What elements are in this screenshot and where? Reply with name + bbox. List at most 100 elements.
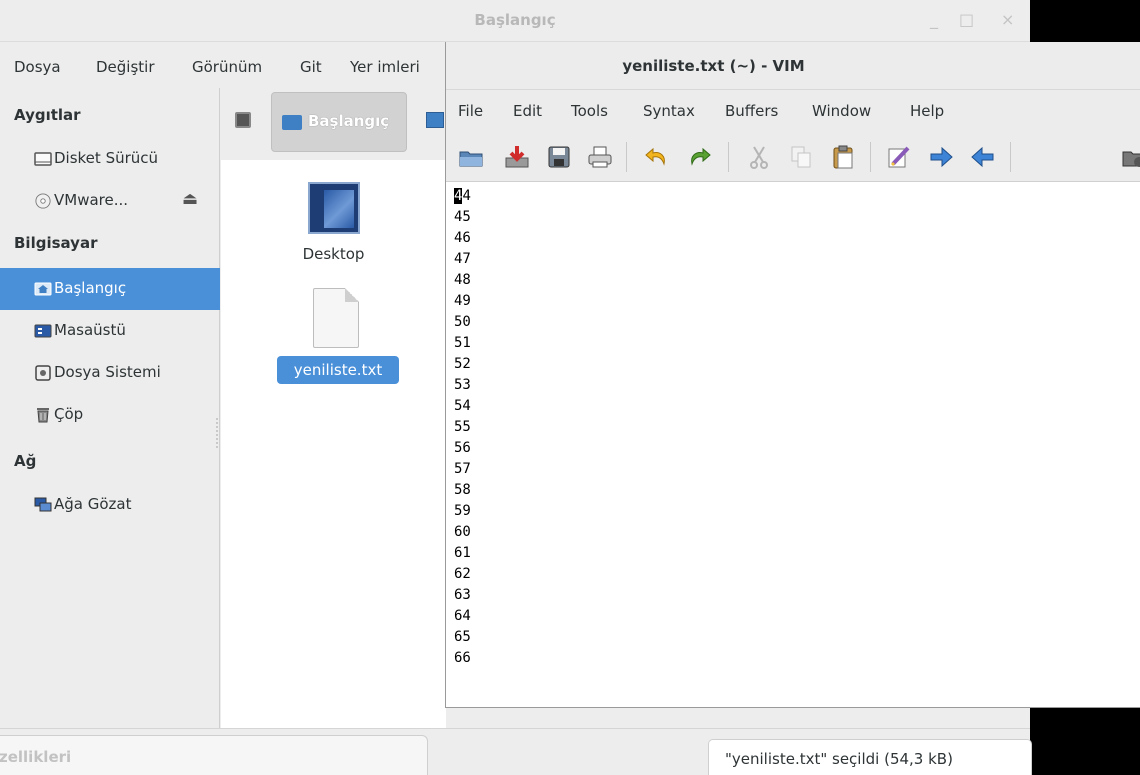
sidebar-item-vmware[interactable]: VMware... ⏏ bbox=[0, 180, 220, 222]
menu-git[interactable]: Git bbox=[300, 58, 322, 76]
desktop-screen: Başlangıç _ □ × Dosya Değiştir Görünüm G… bbox=[0, 0, 1140, 775]
vim-menu-file[interactable]: File bbox=[458, 102, 483, 120]
text-line: 65 bbox=[454, 629, 471, 645]
text-line: 56 bbox=[454, 440, 471, 456]
sidebar-item-label: Başlangıç bbox=[54, 279, 127, 297]
sidebar-resize-handle[interactable] bbox=[216, 418, 218, 448]
sidebar-item-label: Ağa Gözat bbox=[54, 495, 132, 513]
sidebar-item-label: VMware... bbox=[54, 191, 129, 209]
sidebar-heading-computer: Bilgisayar bbox=[14, 234, 98, 252]
status-text: "yeniliste.txt" seçildi (54,3 kB) bbox=[725, 750, 953, 768]
menu-gorunum[interactable]: Görünüm bbox=[192, 58, 262, 76]
save-icon[interactable] bbox=[546, 144, 572, 170]
text-line: 45 bbox=[454, 209, 471, 225]
vim-titlebar[interactable]: yeniliste.txt (~) - VIM bbox=[446, 42, 1140, 90]
find-next-icon[interactable] bbox=[928, 144, 954, 170]
toolbar-separator bbox=[626, 142, 627, 172]
properties-tab-label: zellikleri bbox=[0, 748, 72, 766]
text-line: 66 bbox=[454, 650, 471, 666]
text-line: 55 bbox=[454, 419, 471, 435]
text-line: 52 bbox=[454, 356, 471, 372]
vim-text-area[interactable]: 44 45 46 47 48 49 50 51 52 53 54 55 56 5… bbox=[446, 182, 1140, 707]
menu-yer-imleri[interactable]: Yer imleri bbox=[350, 58, 420, 76]
text-line: 48 bbox=[454, 272, 471, 288]
text-line: 46 bbox=[454, 230, 471, 246]
sidebar-item-label: Dosya Sistemi bbox=[54, 363, 161, 381]
maximize-button[interactable]: □ bbox=[959, 10, 974, 29]
file-manager-bottom-bar: zellikleri "yeniliste.txt" seçildi (54,3… bbox=[0, 728, 1032, 775]
filesystem-root-button[interactable] bbox=[235, 112, 251, 128]
text-line: 64 bbox=[454, 608, 471, 624]
vim-menu-window[interactable]: Window bbox=[812, 102, 871, 120]
path-bar: Başlangıç bbox=[221, 88, 451, 160]
sidebar-heading-devices: Aygıtlar bbox=[14, 106, 81, 124]
toolbar-separator bbox=[1010, 142, 1011, 172]
text-line: 54 bbox=[454, 398, 471, 414]
vim-menu-buffers[interactable]: Buffers bbox=[725, 102, 778, 120]
vim-menu-syntax[interactable]: Syntax bbox=[643, 102, 695, 120]
file-name-desktop[interactable]: Desktop bbox=[221, 245, 446, 263]
home-folder-icon bbox=[34, 282, 52, 296]
vim-window: yeniliste.txt (~) - VIM File Edit Tools … bbox=[445, 42, 1140, 708]
text-line: 60 bbox=[454, 524, 471, 540]
properties-tab[interactable]: zellikleri bbox=[0, 735, 428, 775]
find-prev-icon[interactable] bbox=[970, 144, 996, 170]
print-icon[interactable] bbox=[587, 144, 613, 170]
copy-icon[interactable] bbox=[788, 144, 814, 170]
path-button-desktop[interactable] bbox=[426, 112, 444, 128]
minimize-button[interactable]: _ bbox=[930, 10, 938, 29]
cdrom-icon bbox=[35, 193, 51, 209]
cut-icon[interactable] bbox=[746, 144, 772, 170]
file-view: Desktop yeniliste.txt bbox=[221, 160, 446, 728]
save-download-icon[interactable] bbox=[504, 144, 530, 170]
sidebar-item-floppy[interactable]: Disket Sürücü bbox=[0, 138, 220, 180]
vim-menu-help[interactable]: Help bbox=[910, 102, 944, 120]
sidebar-item-label: Masaüstü bbox=[54, 321, 126, 339]
paste-icon[interactable] bbox=[830, 144, 856, 170]
close-button[interactable]: × bbox=[1001, 10, 1014, 29]
floppy-icon bbox=[34, 152, 52, 166]
sidebar-item-filesystem[interactable]: Dosya Sistemi bbox=[0, 352, 220, 394]
replace-icon[interactable] bbox=[886, 144, 912, 170]
redo-icon[interactable] bbox=[686, 144, 712, 170]
file-name-yeniliste[interactable]: yeniliste.txt bbox=[277, 356, 399, 384]
undo-icon[interactable] bbox=[644, 144, 670, 170]
text-file-icon[interactable] bbox=[313, 288, 359, 348]
menu-degistir[interactable]: Değiştir bbox=[96, 58, 155, 76]
sidebar-item-trash[interactable]: Çöp bbox=[0, 394, 220, 436]
sidebar-item-desktop[interactable]: Masaüstü bbox=[0, 310, 220, 352]
sidebar-item-label: Çöp bbox=[54, 405, 84, 423]
toolbar-separator bbox=[870, 142, 871, 172]
text-line: 53 bbox=[454, 377, 471, 393]
vim-menu-tools[interactable]: Tools bbox=[571, 102, 608, 120]
file-manager-titlebar[interactable]: Başlangıç _ □ × bbox=[0, 0, 1030, 42]
toolbar-separator bbox=[728, 142, 729, 172]
text-line: 47 bbox=[454, 251, 471, 267]
drive-icon bbox=[35, 365, 51, 381]
session-icon[interactable] bbox=[1122, 144, 1140, 170]
text-line: 50 bbox=[454, 314, 471, 330]
eject-icon[interactable]: ⏏ bbox=[182, 189, 198, 209]
text-line: 58 bbox=[454, 482, 471, 498]
text-line: 51 bbox=[454, 335, 471, 351]
menu-dosya[interactable]: Dosya bbox=[14, 58, 61, 76]
text-line: 49 bbox=[454, 293, 471, 309]
text-line: 44 bbox=[454, 186, 471, 207]
trash-icon bbox=[37, 408, 49, 423]
path-button-home[interactable]: Başlangıç bbox=[271, 92, 407, 152]
open-icon[interactable] bbox=[458, 144, 484, 170]
sidebar-item-browse-network[interactable]: Ağa Gözat bbox=[0, 484, 220, 526]
vim-menu-edit[interactable]: Edit bbox=[513, 102, 542, 120]
vim-toolbar bbox=[446, 130, 1140, 182]
sidebar: Aygıtlar Disket Sürücü VMware... ⏏ Bilgi… bbox=[0, 88, 220, 728]
network-icon bbox=[34, 497, 52, 512]
text-line: 57 bbox=[454, 461, 471, 477]
text-line-rest: 4 bbox=[462, 188, 471, 204]
text-line: 63 bbox=[454, 587, 471, 603]
vim-title: yeniliste.txt (~) - VIM bbox=[622, 57, 805, 75]
desktop-folder-icon[interactable] bbox=[308, 182, 360, 234]
text-line: 61 bbox=[454, 545, 471, 561]
sidebar-item-home[interactable]: Başlangıç bbox=[0, 268, 220, 310]
desktop-icon bbox=[34, 324, 52, 338]
text-line: 59 bbox=[454, 503, 471, 519]
